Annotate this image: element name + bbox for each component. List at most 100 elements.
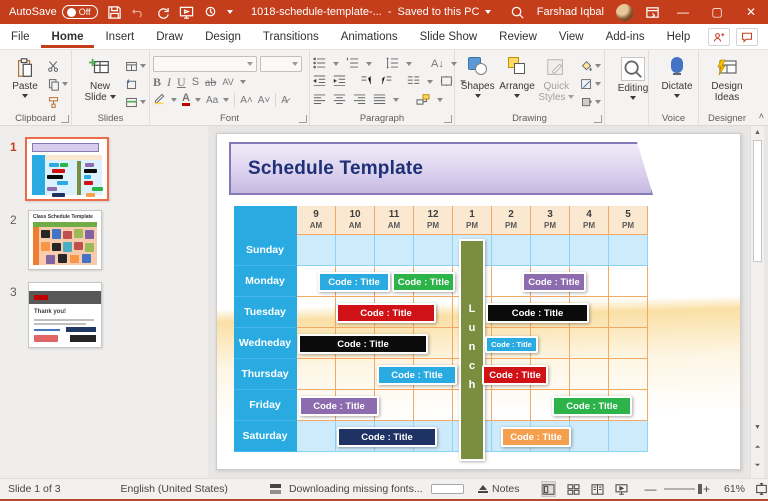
zoom-level[interactable]: 61% xyxy=(724,483,745,495)
normal-view-icon[interactable] xyxy=(541,481,556,497)
tab-help[interactable]: Help xyxy=(656,26,702,48)
schedule-slot-cell[interactable] xyxy=(531,235,570,266)
schedule-slot-cell[interactable] xyxy=(375,235,414,266)
shape-effects-icon[interactable] xyxy=(580,95,601,109)
italic-button[interactable]: I xyxy=(167,75,171,90)
saved-status[interactable]: Saved to this PC xyxy=(398,6,480,18)
zoom-slider-thumb[interactable] xyxy=(698,484,702,494)
zoom-out-button[interactable]: — xyxy=(644,482,656,496)
quick-styles-button[interactable]: QuickStyles xyxy=(537,53,576,109)
close-button[interactable]: ✕ xyxy=(740,5,762,19)
bold-button[interactable]: B xyxy=(153,75,161,90)
schedule-slot-cell[interactable] xyxy=(414,235,453,266)
schedule-slot-cell[interactable] xyxy=(570,235,609,266)
schedule-slot-cell[interactable] xyxy=(492,390,531,421)
line-spacing-icon[interactable] xyxy=(386,57,399,72)
strikethrough-button[interactable]: ab xyxy=(205,75,216,90)
cut-icon[interactable] xyxy=(47,59,68,73)
save-icon[interactable] xyxy=(107,5,122,20)
day-label-cell[interactable]: Monday xyxy=(234,266,297,297)
event-chip[interactable]: Code : Title xyxy=(337,427,437,447)
tab-transitions[interactable]: Transitions xyxy=(252,26,330,48)
day-label-cell[interactable]: Friday xyxy=(234,390,297,421)
start-slideshow-icon[interactable] xyxy=(179,5,194,20)
tab-home[interactable]: Home xyxy=(41,26,95,48)
event-chip[interactable]: Code : Title xyxy=(485,336,538,353)
schedule-slot-cell[interactable] xyxy=(492,235,531,266)
font-size-select[interactable] xyxy=(260,56,302,72)
drawing-dialog-launcher-icon[interactable] xyxy=(594,115,602,123)
schedule-table[interactable]: 9AM10AM11AM12PM1PM2PM3PM4PM5PMSundayMond… xyxy=(234,206,648,452)
day-label-cell[interactable]: Thursday xyxy=(234,359,297,390)
new-slide-button[interactable]: NewSlide xyxy=(75,53,125,109)
schedule-slot-cell[interactable] xyxy=(336,235,375,266)
reset-slide-icon[interactable] xyxy=(125,77,146,91)
bullets-icon[interactable] xyxy=(313,57,326,72)
grow-font-button[interactable]: A˄ xyxy=(240,95,253,106)
user-avatar[interactable] xyxy=(616,4,633,21)
touch-mode-icon[interactable] xyxy=(203,5,218,20)
schedule-slot-cell[interactable] xyxy=(609,266,648,297)
paste-button[interactable]: Paste xyxy=(3,53,47,109)
event-chip[interactable]: Code : Title xyxy=(298,334,428,354)
thumbnail-slide-1[interactable] xyxy=(25,137,109,201)
event-chip[interactable]: Code : Title xyxy=(482,365,548,385)
time-header-cell[interactable]: 10AM xyxy=(336,206,375,235)
event-chip[interactable]: Code : Title xyxy=(522,272,586,292)
schedule-slot-cell[interactable] xyxy=(570,359,609,390)
schedule-slot-cell[interactable] xyxy=(609,235,648,266)
columns-icon[interactable] xyxy=(407,75,420,89)
schedule-slot-cell[interactable] xyxy=(570,421,609,452)
align-left-icon[interactable] xyxy=(313,94,326,107)
align-center-icon[interactable] xyxy=(333,94,346,107)
share-icon[interactable] xyxy=(708,28,730,46)
scrollbar-thumb[interactable] xyxy=(753,140,762,262)
redo-icon[interactable] xyxy=(155,5,170,20)
font-dialog-launcher-icon[interactable] xyxy=(299,115,307,123)
thumbnail-slide-3[interactable]: Thank you! xyxy=(28,282,102,348)
autosave-toggle[interactable]: Off xyxy=(62,5,98,19)
comments-icon[interactable] xyxy=(736,28,758,46)
zoom-slider[interactable] xyxy=(664,488,695,490)
format-painter-icon[interactable] xyxy=(47,95,68,109)
increase-indent-icon[interactable] xyxy=(333,75,346,89)
slideshow-view-icon[interactable] xyxy=(615,481,628,497)
time-header-cell[interactable]: 5PM xyxy=(609,206,648,235)
event-chip[interactable]: Code : Title xyxy=(377,365,457,385)
minimize-button[interactable]: — xyxy=(672,5,694,19)
search-icon[interactable] xyxy=(510,5,525,20)
underline-button[interactable]: U xyxy=(177,75,186,90)
slide-canvas[interactable]: Schedule Template 9AM10AM11AM12PM1PM2PM3… xyxy=(216,133,741,470)
tab-insert[interactable]: Insert xyxy=(94,26,145,48)
language-status[interactable]: English (United States) xyxy=(121,483,228,495)
tab-draw[interactable]: Draw xyxy=(145,26,194,48)
numbering-icon[interactable] xyxy=(346,57,359,72)
text-direction-icon[interactable]: A↓ xyxy=(431,58,444,70)
schedule-slot-cell[interactable] xyxy=(297,235,336,266)
time-header-cell[interactable]: 3PM xyxy=(531,206,570,235)
schedule-slot-cell[interactable] xyxy=(297,421,336,452)
time-header-cell[interactable]: 12PM xyxy=(414,206,453,235)
day-label-cell[interactable]: Wedneday xyxy=(234,328,297,359)
quick-access-chevron-icon[interactable] xyxy=(227,10,233,14)
shrink-font-button[interactable]: A˅ xyxy=(258,95,271,106)
shape-fill-icon[interactable] xyxy=(580,59,601,73)
tab-file[interactable]: File xyxy=(0,26,41,48)
schedule-slot-cell[interactable] xyxy=(609,359,648,390)
event-chip[interactable]: Code : Title xyxy=(501,427,571,447)
slide-sorter-icon[interactable] xyxy=(567,481,580,497)
collapse-ribbon-icon[interactable]: ˄ xyxy=(759,111,764,121)
dictate-button[interactable]: Dictate xyxy=(652,53,702,98)
maximize-button[interactable]: ▢ xyxy=(706,5,728,19)
tab-review[interactable]: Review xyxy=(488,26,548,48)
align-text-icon[interactable] xyxy=(440,75,453,90)
time-header-cell[interactable]: 2PM xyxy=(492,206,531,235)
day-label-cell[interactable]: Saturday xyxy=(234,421,297,452)
arrange-button[interactable]: Arrange xyxy=(497,53,536,109)
day-label-cell[interactable]: Tuesday xyxy=(234,297,297,328)
schedule-slot-cell[interactable] xyxy=(375,390,414,421)
tab-slide-show[interactable]: Slide Show xyxy=(409,26,489,48)
time-header-cell[interactable]: 1PM xyxy=(453,206,492,235)
schedule-slot-cell[interactable] xyxy=(336,359,375,390)
rtl-icon[interactable] xyxy=(380,75,393,89)
